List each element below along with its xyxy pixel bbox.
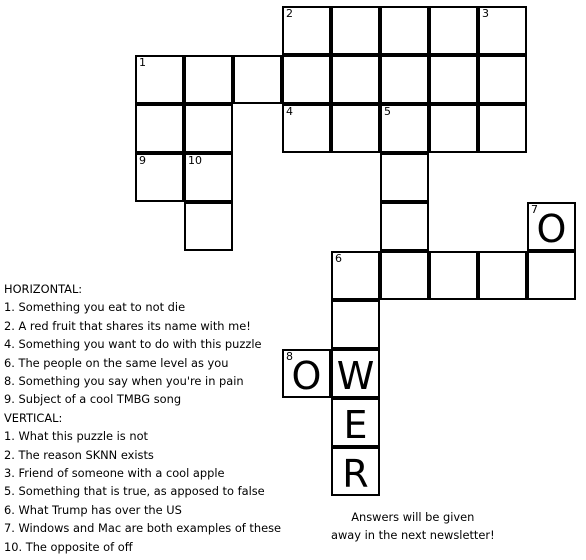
grid-cell[interactable]: 5 [380, 104, 429, 153]
cell-letter: R [342, 452, 369, 496]
grid-cell[interactable] [429, 251, 478, 300]
grid-cell[interactable] [233, 55, 282, 104]
clue-vertical-7: 7. Windows and Mac are both examples of … [4, 521, 282, 536]
grid-cell[interactable]: 2 [282, 6, 331, 55]
clues-panel: HORIZONTAL: 1. Something you eat to not … [4, 280, 281, 556]
clue-vertical-6: 6. What Trump has over the US [4, 502, 182, 517]
footer-note: Answers will be given away in the next n… [331, 508, 495, 544]
grid-cell[interactable] [184, 55, 233, 104]
cell-number: 1 [139, 56, 146, 69]
cell-number: 2 [286, 7, 293, 20]
grid-cell[interactable]: 1 [135, 55, 184, 104]
grid-cell[interactable]: 3 [478, 6, 527, 55]
clue-horizontal-4: 4. Something you want to do with this pu… [4, 337, 262, 352]
grid-cell[interactable] [380, 153, 429, 202]
grid-cell[interactable]: E [331, 398, 380, 447]
grid-cell[interactable]: 4 [282, 104, 331, 153]
grid-cell[interactable] [380, 55, 429, 104]
grid-cell[interactable] [331, 300, 380, 349]
grid-cell[interactable] [331, 104, 380, 153]
grid-cell[interactable] [282, 55, 331, 104]
grid-cell[interactable] [380, 251, 429, 300]
clue-vertical-1: 1. What this puzzle is not [4, 429, 149, 444]
cell-letter: W [336, 354, 375, 398]
clue-horizontal-6: 6. The people on the same level as you [4, 355, 229, 370]
clue-horizontal-8: 8. Something you say when you're in pain [4, 374, 244, 389]
grid-cell[interactable] [429, 104, 478, 153]
grid-cell[interactable] [331, 55, 380, 104]
cell-letter: O [291, 354, 322, 398]
clue-horizontal-1: 1. Something you eat to not die [4, 300, 186, 315]
cell-letter: O [536, 207, 567, 251]
grid-cell[interactable]: 8O [282, 349, 331, 398]
grid-cell[interactable] [478, 55, 527, 104]
grid-cell[interactable] [527, 251, 576, 300]
grid-cell[interactable] [184, 104, 233, 153]
grid-cell[interactable] [331, 6, 380, 55]
cell-number: 9 [139, 154, 146, 167]
clue-horizontal-2: 2. A red fruit that shares its name with… [4, 318, 251, 333]
grid-cell[interactable] [380, 6, 429, 55]
horizontal-heading: HORIZONTAL: [4, 282, 83, 296]
grid-cell[interactable] [478, 104, 527, 153]
footer-line-1: Answers will be given [351, 510, 475, 524]
footer-line-2: away in the next newsletter! [331, 528, 495, 542]
grid-cell[interactable] [429, 6, 478, 55]
vertical-heading: VERTICAL: [4, 410, 63, 425]
grid-cell[interactable] [184, 202, 233, 251]
grid-cell[interactable] [429, 55, 478, 104]
grid-cell[interactable]: 6 [331, 251, 380, 300]
cell-letter: E [343, 403, 368, 447]
clue-vertical-10: 10. The opposite of off [4, 539, 133, 554]
grid-cell[interactable]: 9 [135, 153, 184, 202]
grid-cell[interactable] [478, 251, 527, 300]
clue-vertical-5: 5. Something that is true, as apposed to… [4, 484, 265, 499]
clue-vertical-3: 3. Friend of someone with a cool apple [4, 466, 225, 481]
cell-number: 6 [335, 252, 342, 265]
grid-cell[interactable]: W [331, 349, 380, 398]
grid-cell[interactable] [380, 202, 429, 251]
grid-cell[interactable]: 7O [527, 202, 576, 251]
cell-number: 3 [482, 7, 489, 20]
grid-cell[interactable] [135, 104, 184, 153]
grid-cell[interactable]: 10 [184, 153, 233, 202]
cell-number: 5 [384, 105, 391, 118]
clue-vertical-2: 2. The reason SKNN exists [4, 447, 154, 462]
cell-number: 4 [286, 105, 293, 118]
grid-cell[interactable]: R [331, 447, 380, 496]
clue-horizontal-9: 9. Subject of a cool TMBG song [4, 392, 182, 407]
cell-number: 10 [188, 154, 202, 167]
